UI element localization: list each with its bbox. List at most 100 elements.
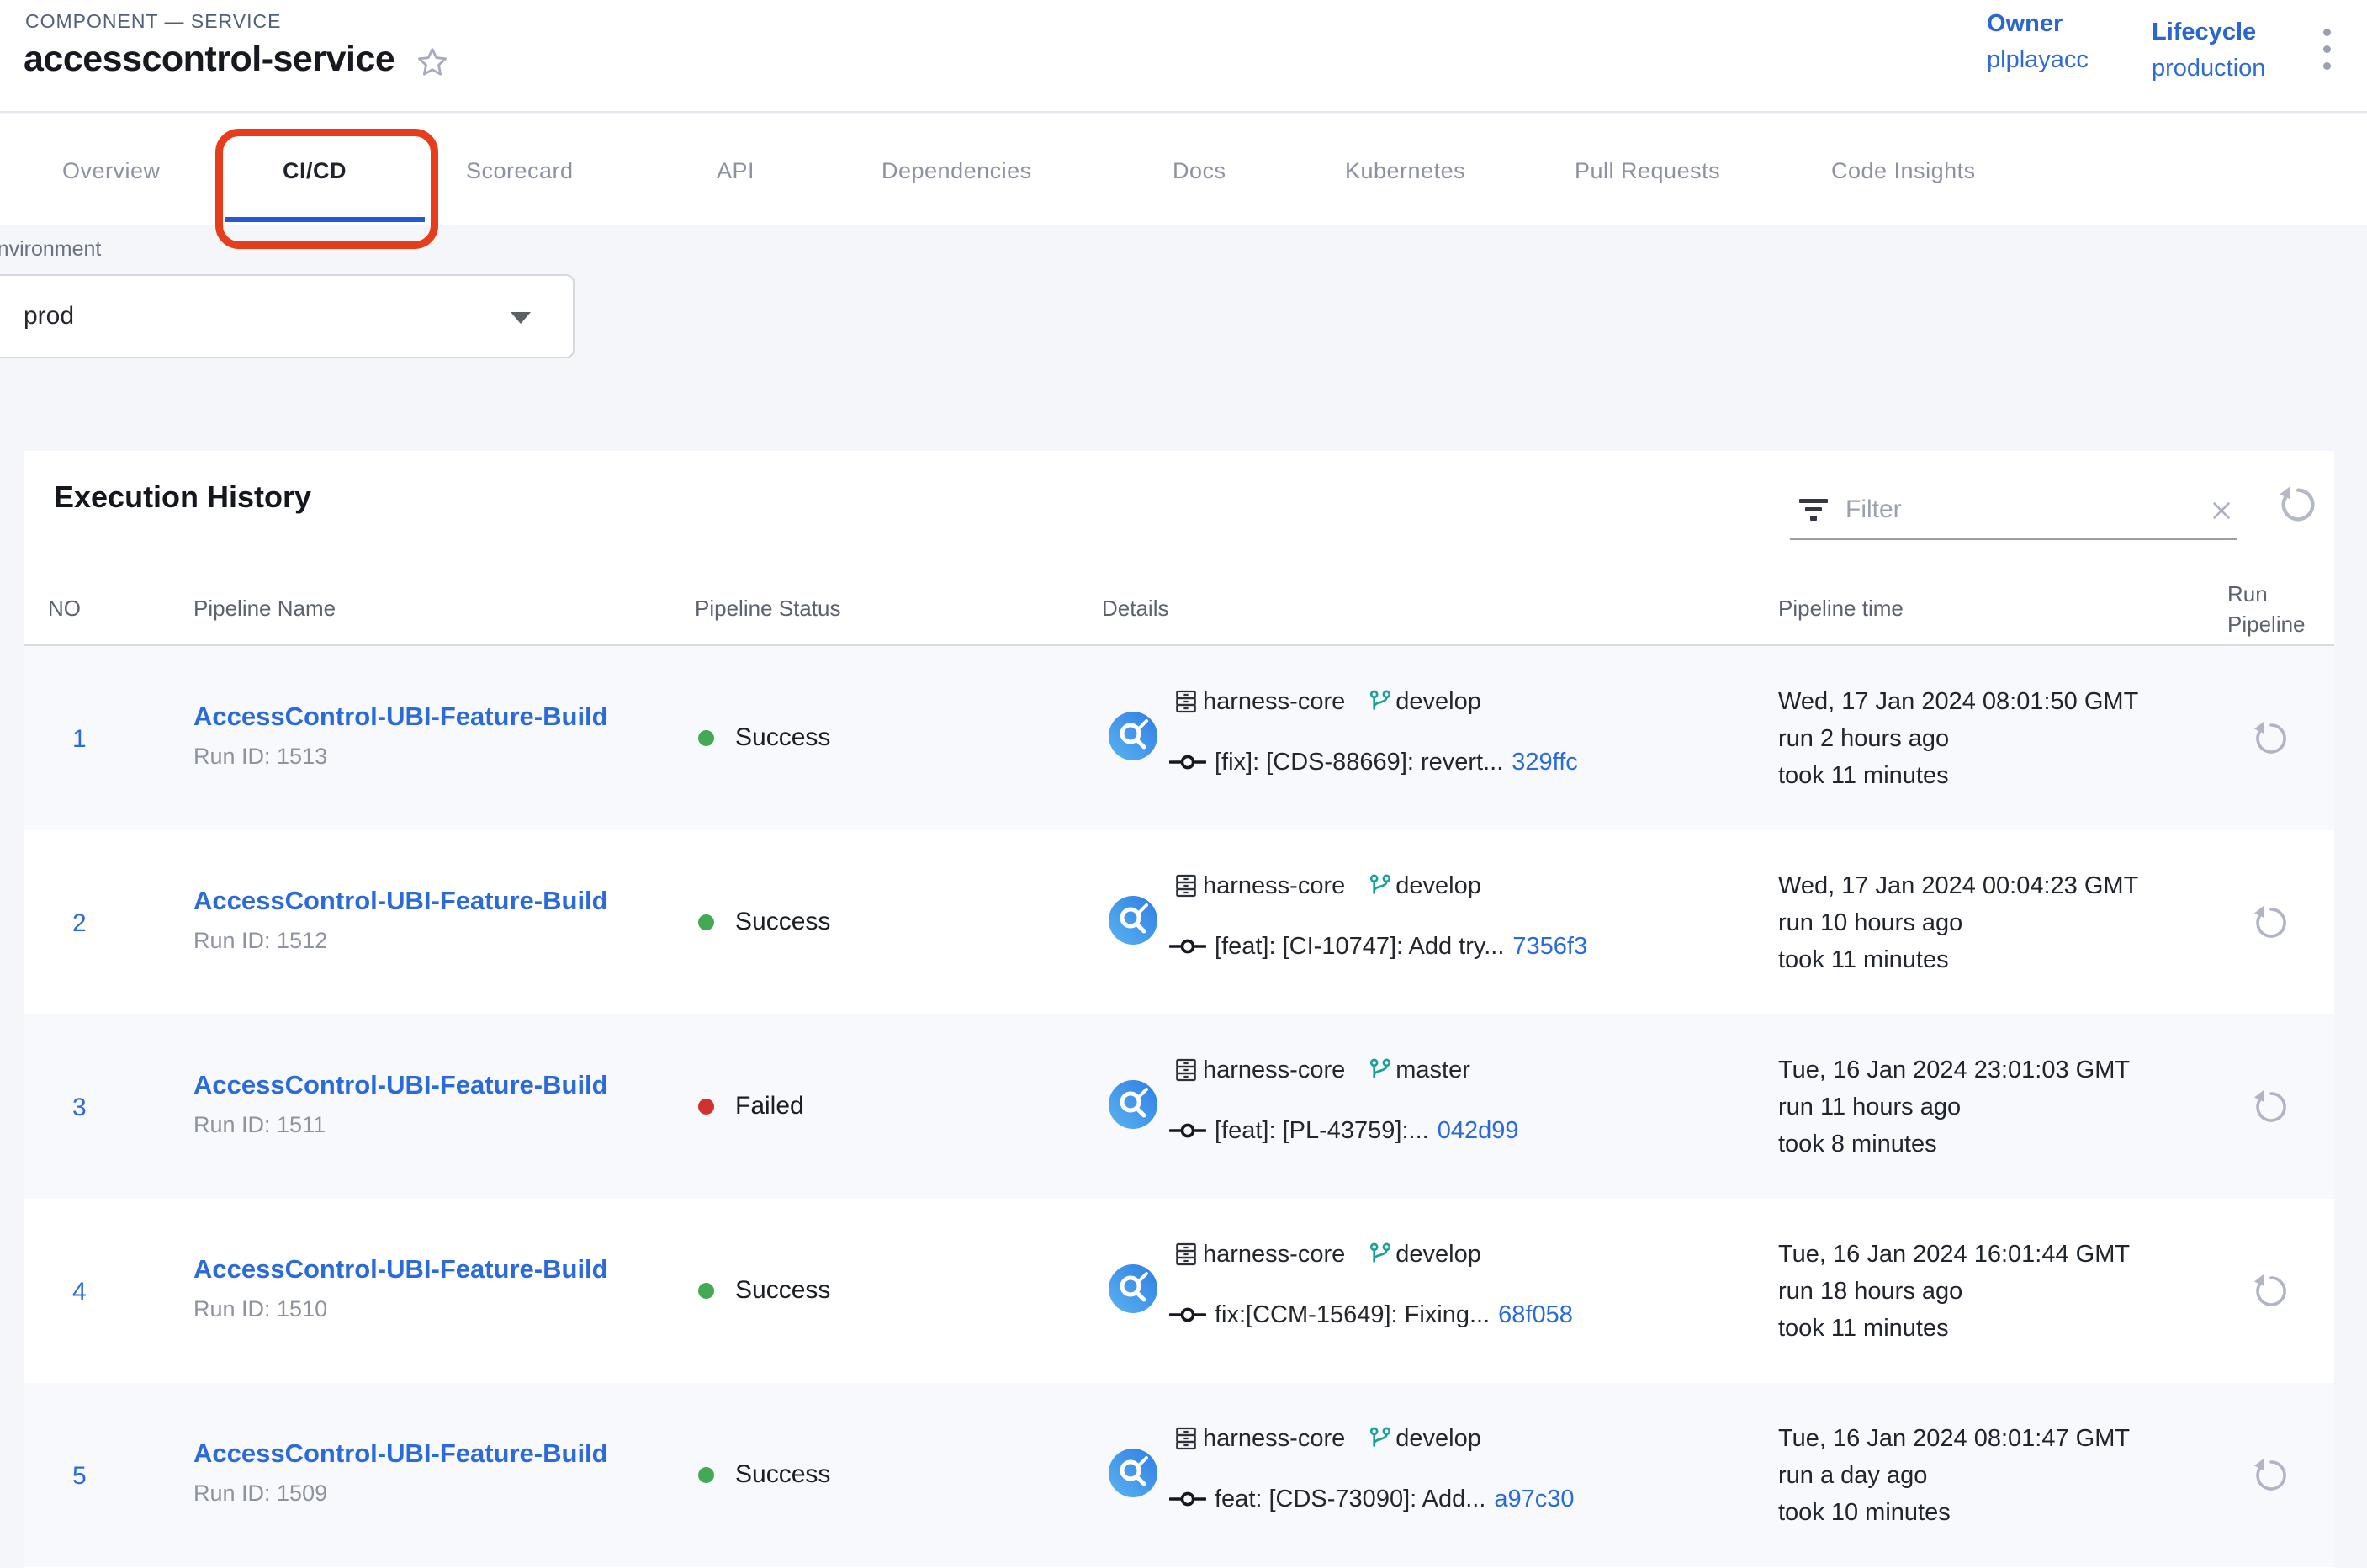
git-commit-icon [1169,753,1206,771]
owner-meta: Owner plplayacc [1987,10,2089,74]
git-commit-icon [1169,1306,1206,1324]
column-header-time: Pipeline time [1778,596,1904,622]
column-header-no: NO [48,596,81,622]
repository-icon [1173,687,1199,716]
commit-line: [feat]: [PL-43759]:... 042d99 [1169,1112,1519,1149]
pipeline-time-took: took 10 minutes [1778,1494,2130,1531]
branch-name: develop [1395,1425,1481,1453]
favorite-star-icon[interactable] [415,45,450,80]
commit-message: feat: [CDS-73090]: Add... [1215,1486,1485,1513]
repository-icon [1173,1056,1199,1084]
commit-message: fix:[CCM-15649]: Fixing... [1215,1301,1490,1329]
git-branch-icon [1367,872,1394,899]
pipeline-time-ago: run 11 hours ago [1778,1089,2130,1126]
commit-hash-link[interactable]: 7356f3 [1512,933,1587,961]
status-text: Success [735,1276,830,1305]
pipeline-time: Tue, 16 Jan 2024 16:01:44 GMT run 18 hou… [1778,1236,2130,1347]
pipeline-time-ago: run 10 hours ago [1778,904,2138,941]
run-id: Run ID: 1511 [193,1112,326,1138]
breadcrumb: COMPONENT — SERVICE [25,10,281,33]
run-pipeline-icon[interactable] [2251,903,2291,947]
status-text: Success [735,908,830,936]
refresh-list-icon[interactable] [2276,483,2320,531]
git-commit-icon [1169,937,1206,956]
commit-hash-link[interactable]: a97c30 [1494,1486,1574,1513]
commit-hash-link[interactable]: 329ffc [1512,749,1577,776]
tab-cicd[interactable]: CI/CD [283,158,347,184]
commit-hash-link[interactable]: 68f058 [1498,1301,1573,1329]
commit-line: feat: [CDS-73090]: Add... a97c30 [1169,1481,1575,1518]
pipeline-time-full: Tue, 16 Jan 2024 16:01:44 GMT [1778,1236,2130,1273]
tab-docs[interactable]: Docs [1173,158,1226,184]
pipeline-name-link[interactable]: AccessControl-UBI-Feature-Build [193,702,608,732]
pipeline-time: Tue, 16 Jan 2024 08:01:47 GMT run a day … [1778,1420,2130,1531]
run-pipeline-icon[interactable] [2251,1087,2291,1131]
owner-value[interactable]: plplayacc [1987,46,2089,74]
commit-line: [fix]: [CDS-88669]: revert... 329ffc [1169,744,1578,781]
more-options-kebab-icon[interactable] [2323,29,2331,70]
pipeline-name-link[interactable]: AccessControl-UBI-Feature-Build [193,886,608,916]
row-number: 3 [72,1094,87,1122]
tab-dependencies[interactable]: Dependencies [882,158,1032,184]
chevron-down-icon [511,312,531,324]
repository-icon [1173,1424,1199,1453]
table-body: 1 AccessControl-UBI-Feature-Build Run ID… [24,646,2334,1567]
tab-kubernetes[interactable]: Kubernetes [1345,158,1465,184]
harness-ci-icon [1109,1449,1157,1502]
pipeline-name-link[interactable]: AccessControl-UBI-Feature-Build [193,1070,608,1100]
branch-name: master [1395,1057,1470,1084]
branch-name: develop [1395,872,1481,900]
pipeline-time-took: took 8 minutes [1778,1126,2130,1163]
repo-branch-line: harness-core develop [1173,1420,1481,1457]
column-header-details: Details [1102,596,1168,622]
pipeline-name-link[interactable]: AccessControl-UBI-Feature-Build [193,1254,608,1285]
pipeline-time-ago: run 2 hours ago [1778,720,2138,757]
table-row: 5 AccessControl-UBI-Feature-Build Run ID… [24,1383,2334,1567]
commit-message: [fix]: [CDS-88669]: revert... [1215,749,1503,776]
run-pipeline-icon[interactable] [2251,718,2291,763]
pipeline-time-full: Wed, 17 Jan 2024 00:04:23 GMT [1778,867,2138,904]
filter-box [1790,485,2237,540]
tab-api[interactable]: API [717,158,755,184]
commit-hash-link[interactable]: 042d99 [1438,1117,1519,1145]
commit-message: [feat]: [CI-10747]: Add try... [1215,933,1504,961]
commit-message: [feat]: [PL-43759]:... [1215,1117,1429,1145]
active-tab-underline [225,217,425,222]
row-number: 2 [72,909,87,938]
git-branch-icon [1367,1425,1394,1452]
filter-input[interactable] [1845,488,2157,532]
status-dot-icon [698,730,714,746]
column-header-name: Pipeline Name [193,596,336,622]
pipeline-name-link[interactable]: AccessControl-UBI-Feature-Build [193,1438,608,1469]
tab-bar: Overview CI/CD Scorecard API Dependencie… [0,114,2367,225]
run-pipeline-icon[interactable] [2251,1271,2291,1316]
repo-branch-line: harness-core develop [1173,683,1481,720]
pipeline-time-ago: run a day ago [1778,1457,2130,1494]
column-header-status: Pipeline Status [695,596,840,622]
tab-pull-requests[interactable]: Pull Requests [1575,158,1720,184]
repo-name: harness-core [1203,1425,1345,1453]
git-commit-icon [1169,1490,1206,1508]
run-pipeline-icon[interactable] [2251,1455,2291,1500]
row-number: 5 [72,1462,87,1491]
tab-scorecard[interactable]: Scorecard [466,158,574,184]
commit-line: fix:[CCM-15649]: Fixing... 68f058 [1169,1296,1573,1333]
tab-overview[interactable]: Overview [62,158,161,184]
repo-branch-line: harness-core develop [1173,867,1481,904]
pipeline-time-took: took 11 minutes [1778,941,2138,978]
environment-select[interactable]: prod [0,274,575,358]
status-text: Success [735,723,830,752]
branch-name: develop [1395,1241,1481,1269]
row-number: 1 [72,725,87,754]
harness-ci-icon [1109,896,1157,949]
git-branch-icon [1367,1057,1394,1083]
git-branch-icon [1367,1241,1394,1268]
git-branch-icon [1367,688,1394,715]
clear-filter-icon[interactable] [2207,496,2236,529]
row-number: 4 [72,1278,87,1306]
pipeline-time-took: took 11 minutes [1778,757,2138,794]
tab-code-insights[interactable]: Code Insights [1831,158,1976,184]
git-commit-icon [1169,1121,1206,1140]
table-row: 3 AccessControl-UBI-Feature-Build Run ID… [24,1014,2334,1199]
table-header-row: NO Pipeline Name Pipeline Status Details… [24,572,2334,646]
